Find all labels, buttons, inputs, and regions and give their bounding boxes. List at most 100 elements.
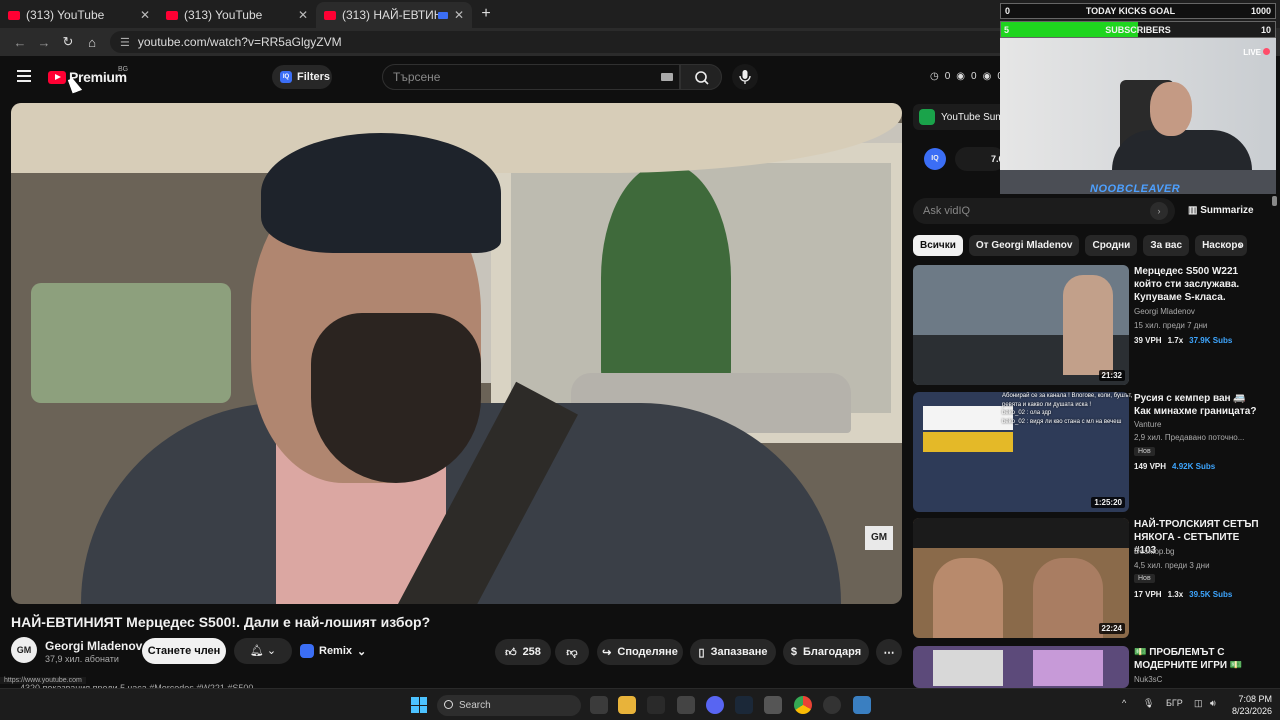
volume-icon[interactable]: 🔊︎ [1210,698,1216,709]
close-icon[interactable]: ✕ [454,8,464,22]
network-icon[interactable]: ◫ [1194,698,1203,709]
tab-title: (313) НАЙ-ЕВТИНИЯТ Мерц [342,8,438,22]
chip-for-you[interactable]: За вас [1143,235,1190,256]
chevron-right-icon[interactable]: › [1238,238,1242,252]
list-item[interactable]: 💵 ПРОБЛЕМЪТ С МОДЕРНИТЕ ИГРИ 💵 Nuk3sC [913,646,1273,688]
video-player[interactable]: GM [11,103,902,604]
save-button[interactable]: ▯ Запазване [690,639,776,665]
search-button[interactable] [680,64,722,90]
thanks-button[interactable]: $ Благодаря [783,639,869,665]
discord-icon[interactable] [706,696,724,714]
share-label: Споделяне [617,646,678,658]
browser-tab-active[interactable]: (313) НАЙ-ЕВТИНИЯТ Мерц ✕ [316,2,472,28]
app-icon[interactable] [764,696,782,714]
share-button[interactable]: ↪ Споделяне [597,639,683,665]
new-badge: Нов [1134,574,1155,583]
video-thumbnail[interactable] [913,646,1129,688]
cast-icon [437,11,448,19]
channel-name[interactable]: Georgi Mladenov [1134,307,1195,316]
video-thumbnail[interactable]: 22:24 [913,518,1129,638]
language-indicator[interactable]: БГР [1166,698,1183,708]
goal-current: 0 [1005,6,1011,16]
chip-related[interactable]: Сродни [1085,235,1138,256]
back-icon[interactable]: ← [8,35,32,50]
goal-label: TODAY KICKS GOAL [1085,6,1176,16]
ask-vidiq-input[interactable]: Ask vidIQ [913,198,1175,224]
youtube-favicon-icon [166,10,178,20]
list-item[interactable]: 22:24 НАЙ-ТРОЛСКИЯТ СЕТЪП НЯКОГА - СЕТЪП… [913,518,1273,638]
scrollbar[interactable] [1272,196,1277,206]
search-input[interactable]: Търсене [382,64,680,90]
site-info-icon[interactable]: ☰ [120,36,130,49]
chrome-icon[interactable] [794,696,812,714]
summary-icon [919,109,935,125]
list-item[interactable]: 21:32 Мерцедес S500 W221 който сти заслу… [913,265,1273,385]
microphone-icon[interactable]: 🎙︎ [1143,698,1154,709]
video-thumbnail[interactable]: 21:32 [913,265,1129,385]
summarize-label: Summarize [1200,205,1254,216]
thumbs-down-icon: 👎︎ [566,646,578,659]
youtube-logo[interactable]: Premium BG [48,66,128,85]
youtube-favicon-icon [324,10,336,20]
app-icon[interactable] [823,696,841,714]
chevron-right-icon[interactable]: › [1150,202,1168,220]
chevron-up-icon[interactable]: ^ [1122,698,1126,708]
join-button[interactable]: Станете член [142,638,226,664]
browser-tab[interactable]: (313) YouTube ✕ [0,2,158,28]
app-icon[interactable] [647,696,665,714]
chevron-down-icon: ⌄ [357,645,367,658]
photos-icon[interactable] [853,696,871,714]
subs-label: SUBSCRIBERS [1105,25,1171,35]
thanks-label: Благодаря [803,646,862,658]
counter-value: 0 [944,71,951,82]
dislike-button[interactable]: 👎︎ [555,639,589,665]
more-actions-button[interactable]: ⋯ [876,639,902,665]
taskbar-search[interactable]: Search [437,695,581,716]
reload-icon[interactable]: ↻ [56,34,80,50]
browser-tab[interactable]: (313) YouTube ✕ [158,2,316,28]
forward-icon[interactable]: → [32,35,56,50]
close-icon[interactable]: ✕ [140,8,150,22]
taskbar-search-label: Search [459,700,491,711]
youtube-summary-extension[interactable]: YouTube Sum [913,104,1008,130]
vph-value: 39 VPH [1134,336,1162,345]
channel-name[interactable]: Georgi Mladenov [45,639,142,653]
vidiq-score-icon[interactable]: IQ [924,148,946,170]
task-view-icon[interactable] [590,696,608,714]
chip-from-channel[interactable]: От Georgi Mladenov [968,235,1080,256]
chat-message: beko_02 : видя ли кво стана с мл на вече… [1002,418,1122,425]
channel-name[interactable]: Desktop.bg [1134,547,1174,556]
video-frame-tree [601,163,731,393]
video-title[interactable]: Русия с кемпер ван 🚐 Как минахме граница… [1134,392,1262,418]
subs-value: 4.92K Subs [1172,462,1216,471]
channel-avatar[interactable]: GM [11,637,37,663]
home-icon[interactable]: ⌂ [80,35,104,50]
summarize-button[interactable]: ▥ Summarize [1188,205,1254,216]
like-button[interactable]: 👍︎ 258 [495,639,551,665]
live-label: LIVE [1243,48,1261,57]
chip-all[interactable]: Всички [913,235,963,256]
video-title[interactable]: 💵 ПРОБЛЕМЪТ С МОДЕРНИТЕ ИГРИ 💵 [1134,646,1262,672]
close-icon[interactable]: ✕ [298,8,308,22]
channel-watermark[interactable]: GM [865,526,893,550]
keyboard-icon[interactable] [661,73,673,81]
menu-icon[interactable] [17,70,31,85]
channel-name[interactable]: Nuk3sC [1134,675,1162,684]
vidiq-icon [300,644,314,658]
filters-button[interactable]: IQ Filters [272,65,332,89]
taskbar-clock[interactable]: 7:08 PM 8/23/2026 [1228,693,1272,717]
windows-start-icon[interactable] [411,697,427,713]
windows-taskbar: Search ^ 🎙︎ БГР ◫ 🔊︎ 7:08 PM 8/23/2026 [0,688,1280,720]
steam-icon[interactable] [735,696,753,714]
new-tab-button[interactable]: + [472,2,500,28]
url-field[interactable]: ☰ youtube.com/watch?v=RR5aGlgyZVM [110,31,1090,53]
voice-search-button[interactable] [732,64,758,90]
video-duration: 1:25:20 [1091,497,1125,508]
file-explorer-icon[interactable] [618,696,636,714]
chevron-down-icon: ⌄ [266,645,277,657]
video-title[interactable]: Мерцедес S500 W221 който сти заслужава. … [1134,265,1262,304]
app-icon[interactable] [677,696,695,714]
notification-bell-button[interactable]: 🔔︎ ⌄ [234,638,292,664]
remix-button[interactable]: Remix ⌄ [300,640,366,662]
remix-label: Remix [319,645,353,657]
